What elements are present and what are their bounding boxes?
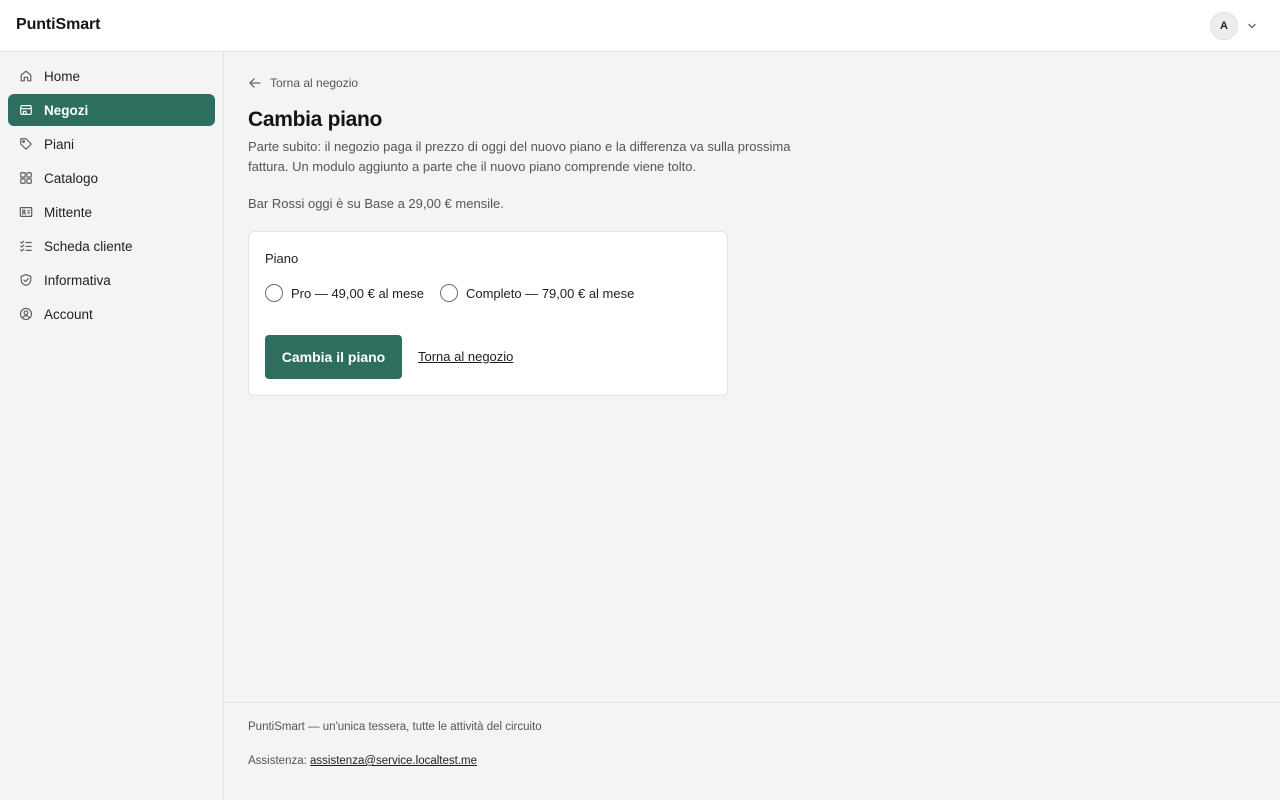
page-description: Parte subito: il negozio paga il prezzo …	[248, 139, 791, 174]
sidebar-item-label: Account	[44, 306, 93, 322]
sidebar-item-negozi[interactable]: Negozi	[8, 94, 215, 126]
footer-tagline: PuntiSmart — un'unica tessera, tutte le …	[248, 721, 542, 733]
back-to-store-link[interactable]: Torna al negozio	[418, 349, 513, 364]
support-label: Assistenza:	[248, 755, 307, 767]
tag-icon	[20, 138, 32, 150]
footer: PuntiSmart — un'unica tessera, tutte le …	[224, 702, 1280, 800]
sidebar-item-label: Scheda cliente	[44, 238, 133, 254]
sidebar-item-informativa[interactable]: Informativa	[8, 264, 215, 296]
plan-option-label: Pro — 49,00 € al mese	[291, 285, 424, 301]
sidebar-item-label: Informativa	[44, 272, 111, 288]
page-title: Cambia piano	[248, 108, 383, 131]
sidebar-item-home[interactable]: Home	[8, 60, 215, 92]
back-link[interactable]: Torna al negozio	[248, 76, 358, 90]
top-bar: PuntiSmart A	[0, 0, 1280, 52]
brand-logo[interactable]: PuntiSmart	[16, 16, 100, 34]
plan-option-label: Completo — 79,00 € al mese	[465, 285, 635, 301]
sidebar-item-label: Negozi	[44, 102, 89, 118]
avatar[interactable]: A	[1210, 12, 1238, 40]
chevron-down-icon	[1248, 23, 1256, 29]
user-menu[interactable]: A	[1210, 12, 1258, 40]
user-circle-icon	[19, 307, 33, 321]
radio-pro[interactable]	[265, 284, 283, 302]
arrow-left-icon	[249, 78, 261, 88]
grid-icon	[20, 172, 32, 184]
checklist-icon	[20, 240, 32, 252]
main-content: Torna al negozio Cambia piano Parte subi…	[224, 52, 1280, 702]
sidebar-item-account[interactable]: Account	[8, 298, 215, 330]
sidebar-item-label: Home	[44, 68, 81, 84]
support-email-link[interactable]: assistenza@service.localtest.me	[310, 755, 477, 767]
plan-option-completo[interactable]: Completo — 79,00 € al mese	[439, 284, 635, 302]
sidebar-item-label: Piani	[44, 136, 75, 152]
sidebar-item-catalogo[interactable]: Catalogo	[8, 162, 215, 194]
sidebar-item-label: Mittente	[44, 204, 93, 220]
sidebar-item-scheda-cliente[interactable]: Scheda cliente	[8, 230, 215, 262]
sidebar-item-mittente[interactable]: Mittente	[8, 196, 215, 228]
current-plan-text: Bar Rossi oggi è su Base a 29,00 € mensi…	[248, 196, 504, 211]
store-icon	[20, 105, 32, 115]
sidebar-item-label: Catalogo	[44, 170, 99, 186]
plan-option-pro[interactable]: Pro — 49,00 € al mese	[265, 284, 424, 302]
plan-form-card: Piano Pro — 49,00 € al mese Completo — 7…	[248, 231, 728, 396]
sidebar-item-piani[interactable]: Piani	[8, 128, 215, 160]
back-link-label: Torna al negozio	[270, 76, 359, 90]
change-plan-button[interactable]: Cambia il piano	[265, 335, 402, 379]
footer-support: Assistenza: assistenza@service.localtest…	[248, 755, 477, 767]
radio-completo[interactable]	[439, 284, 458, 302]
plan-field-label: Piano	[265, 251, 299, 266]
home-icon	[20, 70, 32, 82]
id-card-icon	[19, 207, 33, 217]
plan-options: Pro — 49,00 € al mese Completo — 79,00 €…	[265, 284, 634, 302]
sidebar: Home Negozi Piani Catalogo Mittente Sche…	[0, 52, 224, 800]
shield-icon	[20, 274, 32, 286]
